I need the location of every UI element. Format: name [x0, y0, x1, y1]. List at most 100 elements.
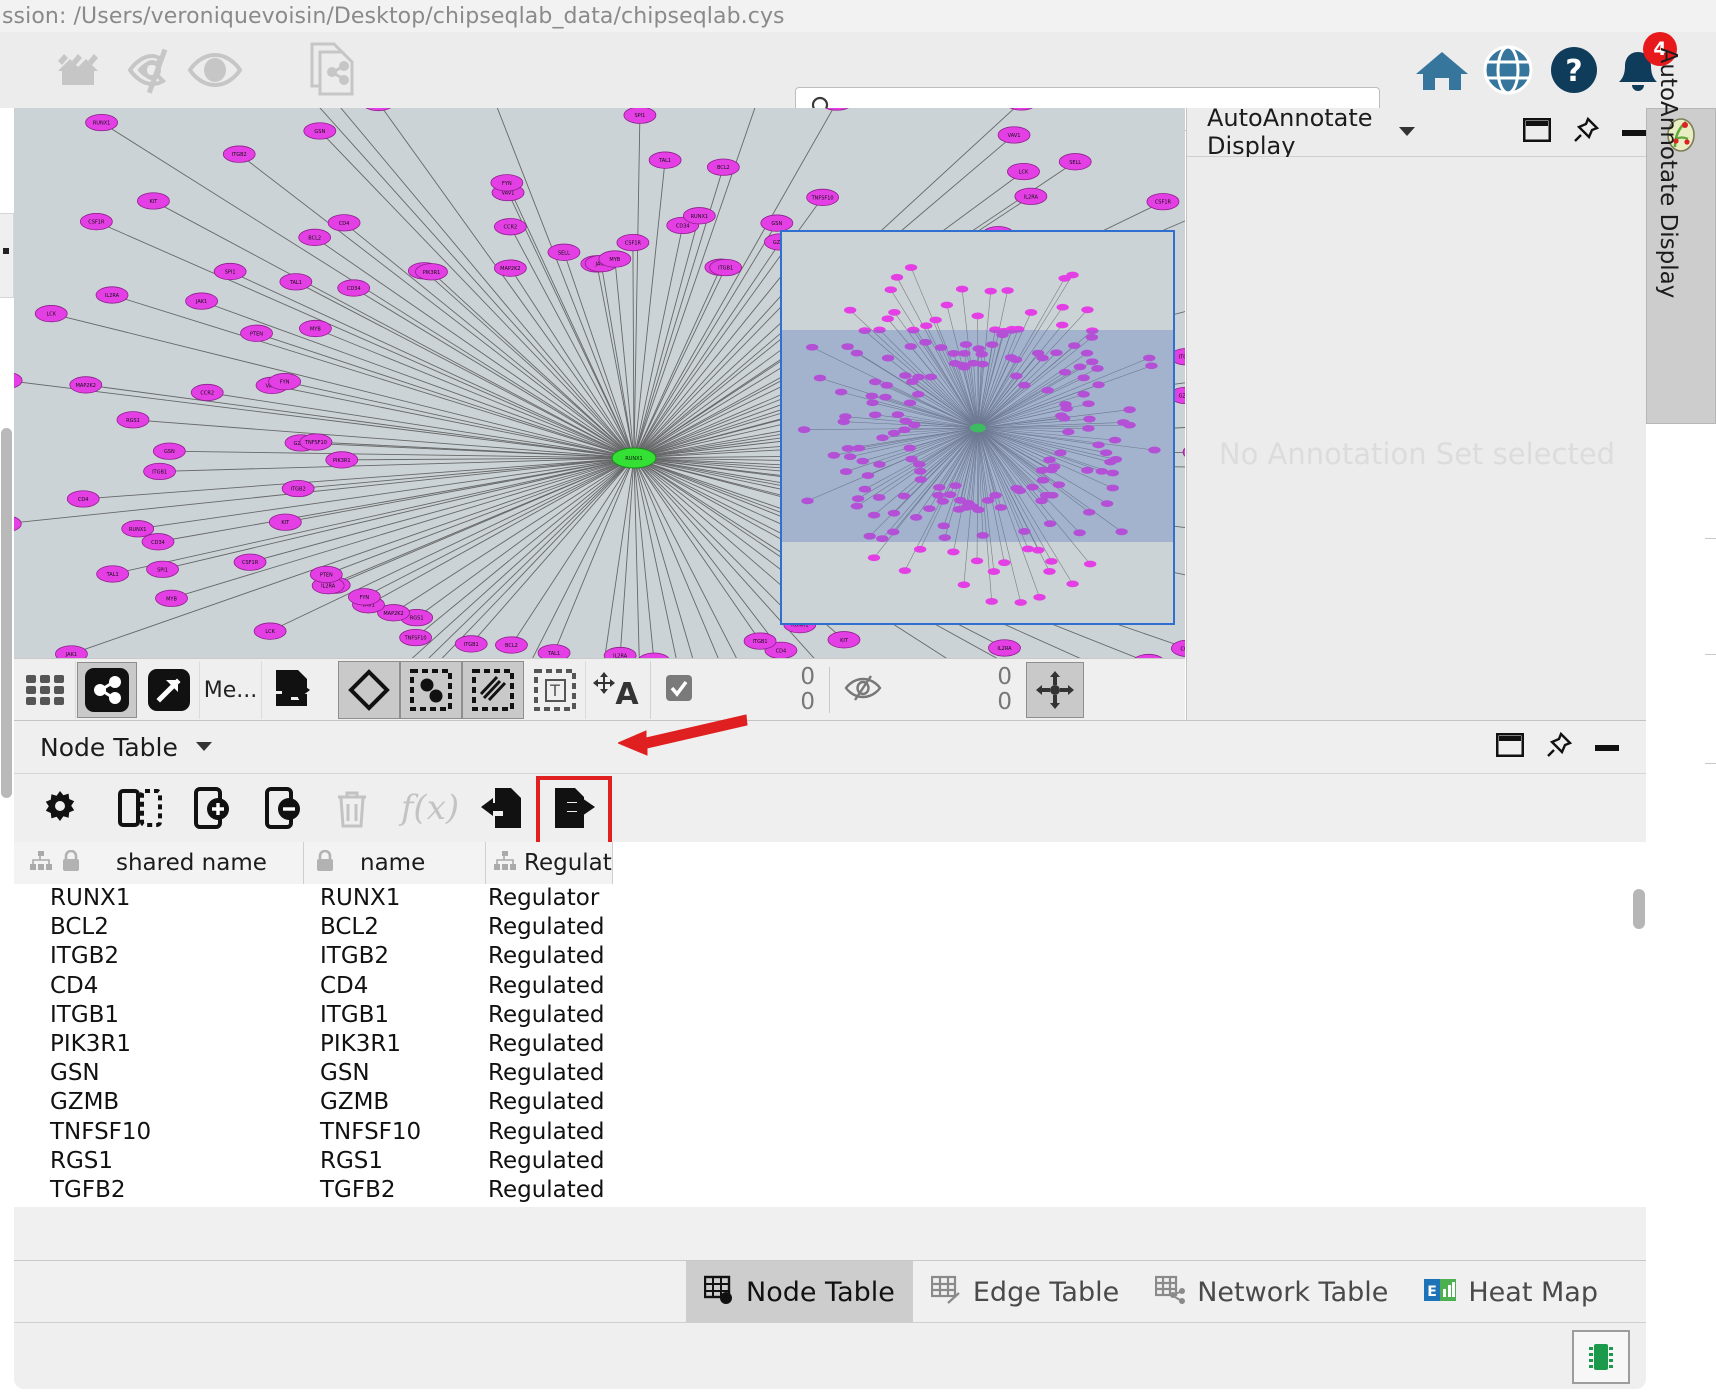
network-node[interactable]: KIT: [828, 632, 860, 648]
network-node[interactable]: PTEN: [241, 325, 273, 341]
network-node[interactable]: RUNX1: [683, 208, 715, 224]
table-row[interactable]: GSNGSNRegulated: [14, 1059, 1624, 1088]
network-node[interactable]: CSF1R: [1147, 194, 1179, 210]
minimize-panel-icon[interactable]: [1621, 123, 1647, 142]
network-node[interactable]: RUNX1: [122, 521, 154, 537]
pin-panel-icon[interactable]: [1546, 732, 1572, 762]
network-node[interactable]: RUNX1: [86, 114, 118, 130]
tab-heat-map[interactable]: E Heat Map: [1406, 1261, 1616, 1323]
grid-layout-icon[interactable]: [14, 661, 76, 719]
select-edges-icon[interactable]: [462, 661, 524, 719]
network-node[interactable]: LCK: [1007, 163, 1039, 179]
network-node[interactable]: CSF1R: [80, 213, 112, 229]
zoom-fit-selected-icon[interactable]: [48, 32, 120, 108]
export-network-icon[interactable]: [262, 661, 324, 719]
cell-name[interactable]: MAP2K2: [320, 1205, 414, 1207]
toggle-columns-icon[interactable]: [112, 780, 168, 836]
network-node[interactable]: PIK3R1: [415, 264, 447, 280]
network-node[interactable]: TNFSF10: [807, 189, 839, 205]
network-node[interactable]: SELL: [1059, 154, 1091, 170]
network-node[interactable]: BCL2: [707, 159, 739, 175]
network-node[interactable]: SPI1: [147, 561, 179, 577]
network-view-panel[interactable]: RUNX1BCL2ITGB2CD4ITGB1PIK3R1GSNGZMBTNFSF…: [14, 108, 1185, 658]
float-panel-icon[interactable]: [1523, 118, 1551, 146]
table-settings-gear-icon[interactable]: [32, 780, 88, 836]
cell-regulation[interactable]: Regulated: [488, 972, 605, 1001]
network-node[interactable]: TAL1: [280, 274, 312, 290]
network-node[interactable]: PTEN: [310, 566, 342, 582]
network-node[interactable]: MYB: [599, 251, 631, 267]
help-icon[interactable]: ?: [1542, 32, 1606, 108]
cell-shared-name[interactable]: TGFB2: [50, 1176, 126, 1205]
pin-panel-icon[interactable]: [1573, 117, 1599, 147]
table-row[interactable]: GZMBGZMBRegulated: [14, 1088, 1624, 1117]
cell-regulation[interactable]: Regulated: [488, 913, 605, 942]
network-node[interactable]: PIK3R1: [326, 452, 358, 468]
network-node[interactable]: CCR2: [494, 219, 526, 235]
cell-shared-name[interactable]: MAP2K2: [50, 1205, 144, 1207]
cell-shared-name[interactable]: RGS1: [50, 1147, 113, 1176]
cell-name[interactable]: TNFSF10: [320, 1118, 421, 1147]
import-table-icon[interactable]: [474, 780, 530, 836]
hidden-eye-icon[interactable]: [844, 675, 882, 705]
network-node[interactable]: ITGB1: [744, 633, 776, 649]
panel-dropdown-icon[interactable]: [1397, 123, 1417, 142]
network-node[interactable]: TNFSF10: [300, 434, 332, 450]
network-node[interactable]: SPI1: [214, 263, 246, 279]
checkbox-checked-icon[interactable]: [665, 674, 693, 706]
cell-name[interactable]: ITGB2: [320, 942, 389, 971]
cell-name[interactable]: ITGB1: [320, 1001, 389, 1030]
network-node[interactable]: KIT: [137, 193, 169, 209]
network-node[interactable]: SELL: [548, 244, 580, 260]
cell-shared-name[interactable]: TNFSF10: [50, 1118, 151, 1147]
network-node[interactable]: FYN: [491, 175, 523, 191]
network-node[interactable]: MAP2K2: [494, 260, 526, 276]
select-nodes-icon[interactable]: [400, 661, 462, 719]
cell-name[interactable]: BCL2: [320, 913, 379, 942]
network-node[interactable]: GSN: [153, 443, 185, 459]
network-node[interactable]: GSN: [304, 123, 336, 139]
table-row[interactable]: ITGB1ITGB1Regulated: [14, 1001, 1624, 1030]
cell-shared-name[interactable]: PIK3R1: [50, 1030, 131, 1059]
globe-icon[interactable]: [1476, 32, 1540, 108]
network-node[interactable]: ITGB2: [223, 146, 255, 162]
cell-name[interactable]: CD4: [320, 972, 368, 1001]
network-node[interactable]: LCK: [35, 305, 67, 321]
network-node[interactable]: LCK: [254, 623, 286, 639]
home-icon[interactable]: [1410, 32, 1474, 108]
network-node[interactable]: IL2RA: [96, 287, 128, 303]
cell-regulation[interactable]: Regulated: [488, 1088, 605, 1117]
cell-regulation[interactable]: Regulated: [488, 1176, 605, 1205]
table-vertical-scrollbar[interactable]: [1633, 889, 1645, 929]
show-all-icon[interactable]: [184, 32, 246, 108]
table-row[interactable]: TNFSF10TNFSF10Regulated: [14, 1118, 1624, 1147]
cell-regulation[interactable]: Regulated: [488, 1205, 605, 1207]
cell-name[interactable]: RGS1: [320, 1147, 383, 1176]
diamond-shape-icon[interactable]: [338, 661, 400, 719]
network-node[interactable]: ITGB1: [455, 636, 487, 652]
share-network-icon[interactable]: [300, 32, 364, 108]
network-node[interactable]: BCL2: [495, 637, 527, 653]
network-node[interactable]: FYN: [269, 373, 301, 389]
network-node[interactable]: VAV1: [998, 127, 1030, 143]
network-node[interactable]: TNFSF10: [400, 629, 432, 645]
network-node[interactable]: TAL1: [97, 566, 129, 582]
table-dropdown-icon[interactable]: [194, 738, 214, 757]
cell-name[interactable]: TGFB2: [320, 1176, 396, 1205]
cell-regulation[interactable]: Regulator: [488, 884, 599, 913]
column-header-regulation[interactable]: Regulato: [486, 842, 612, 884]
delete-column-icon[interactable]: [257, 780, 313, 836]
network-node[interactable]: MYB: [299, 320, 331, 336]
network-node[interactable]: CD34: [142, 534, 174, 550]
cell-shared-name[interactable]: ITGB1: [50, 1001, 119, 1030]
table-row[interactable]: MAP2K2 MAP2K2 Regulated: [14, 1205, 1624, 1207]
cell-shared-name[interactable]: CD4: [50, 972, 98, 1001]
network-node[interactable]: IL2RA: [988, 640, 1020, 656]
cell-name[interactable]: GZMB: [320, 1088, 389, 1117]
network-node[interactable]: ITGB1: [710, 259, 742, 275]
tab-edge-table[interactable]: Edge Table: [913, 1261, 1137, 1323]
autoannotate-side-tab[interactable]: AutoAnnotate Display: [1646, 108, 1716, 424]
network-node[interactable]: RGS1: [117, 412, 149, 428]
network-node[interactable]: TAL1: [649, 152, 681, 168]
table-row[interactable]: TGFB2 TGFB2 Regulated: [14, 1176, 1624, 1205]
